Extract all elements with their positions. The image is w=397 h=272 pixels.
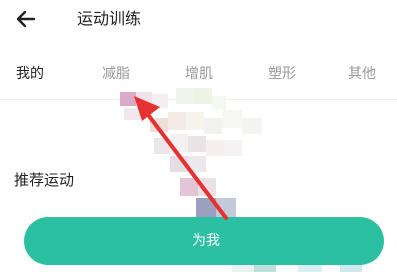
section-title: 推荐运动 (14, 171, 75, 189)
primary-action-button[interactable]: 为我 (24, 217, 384, 265)
primary-action-label: 为我 (192, 233, 220, 249)
category-tabs: 我的 减脂 增肌 塑形 其他 (0, 60, 397, 90)
arrow-left-icon[interactable] (14, 8, 38, 30)
tab-other[interactable]: 其他 (348, 64, 376, 84)
tab-fat-loss[interactable]: 减脂 (102, 64, 130, 84)
top-bar: 运动训练 (0, 0, 397, 40)
tabs-divider (0, 99, 397, 100)
tab-body-shaping[interactable]: 塑形 (268, 64, 296, 84)
tab-mine[interactable]: 我的 (16, 64, 44, 84)
page-title: 运动训练 (77, 9, 142, 28)
tab-muscle-gain[interactable]: 增肌 (185, 64, 213, 84)
